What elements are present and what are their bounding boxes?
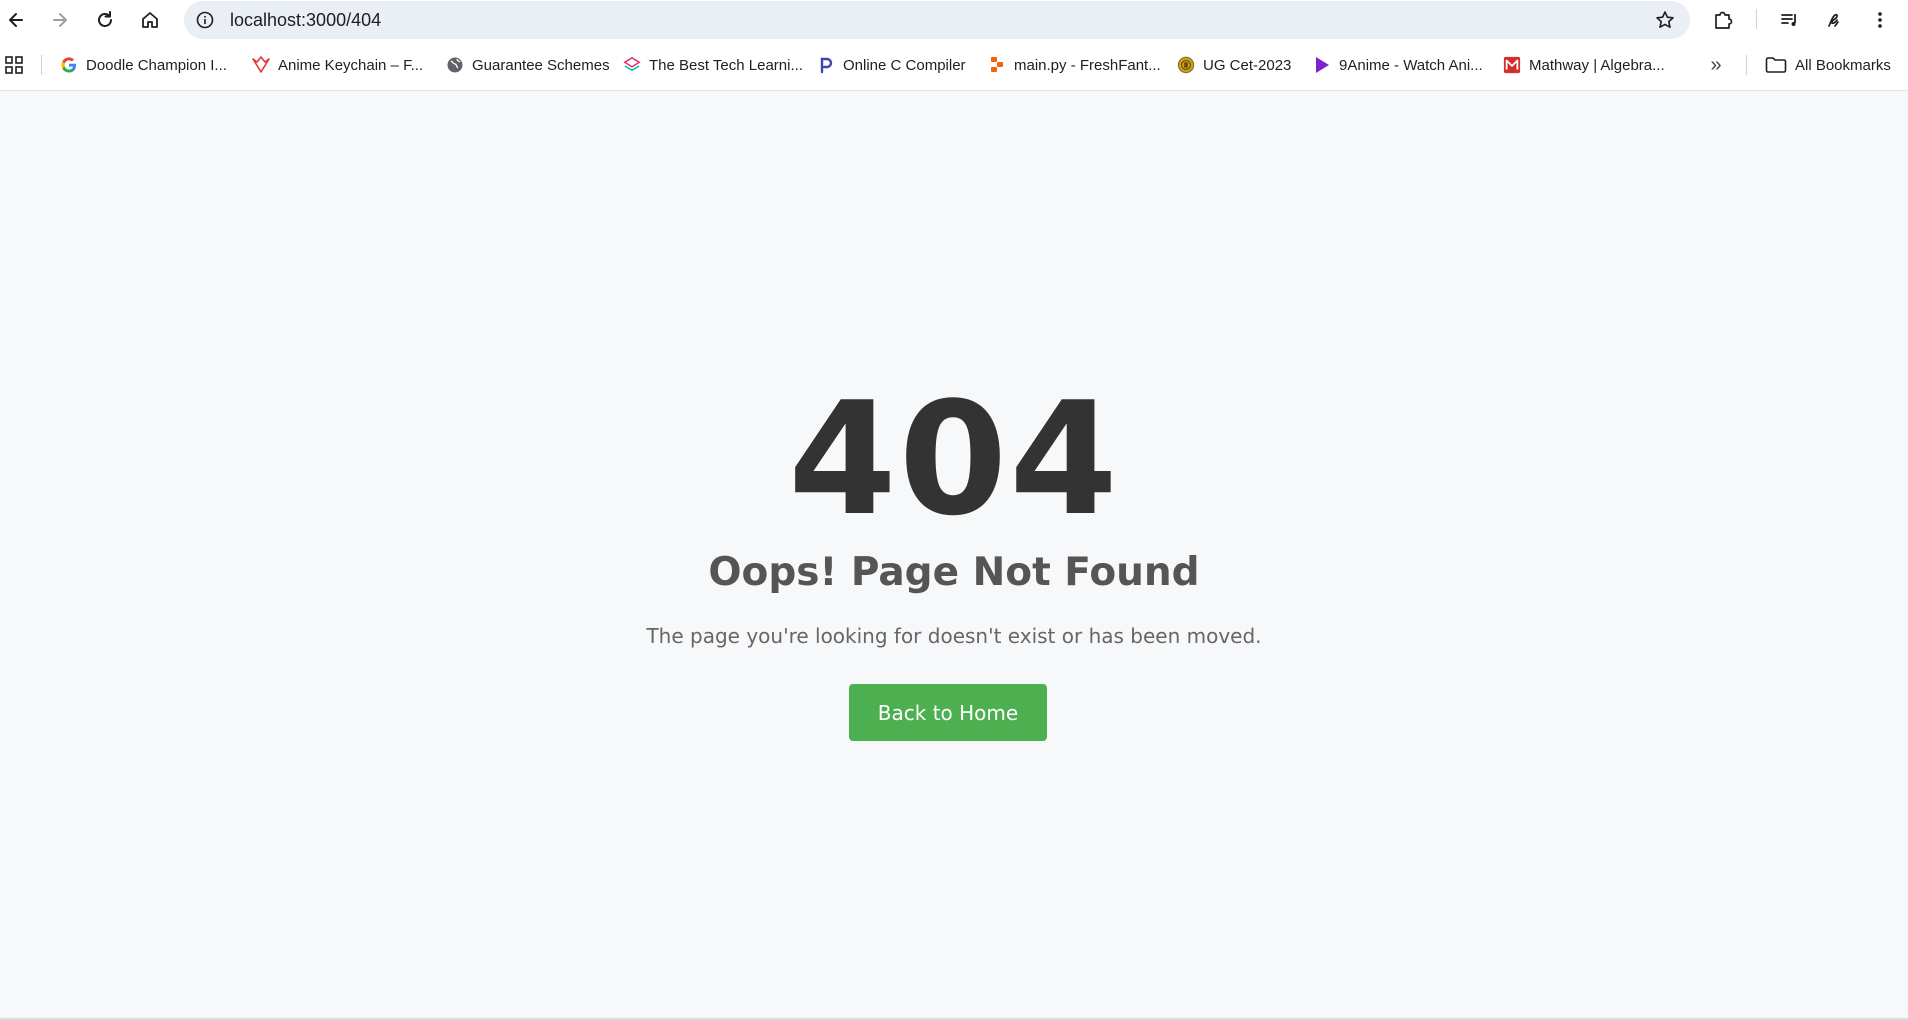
page-title: Oops! Page Not Found [708,550,1200,595]
anime-keychain-icon [252,56,270,74]
profile-button[interactable] [1818,4,1850,36]
reload-icon [98,11,112,27]
bookmark-label: Mathway | Algebra... [1529,56,1665,74]
all-bookmarks-button[interactable]: All Bookmarks [1765,49,1891,81]
apps-grid-icon[interactable] [3,54,25,76]
tech-learning-icon [623,56,641,74]
bookmark-label: 9Anime - Watch Ani... [1339,56,1483,74]
error-code: 404 [788,368,1120,550]
compiler-icon [817,56,835,74]
bookmark-item[interactable]: main.py - FreshFant... [988,49,1161,81]
error-description: The page you're looking for doesn't exis… [646,624,1262,648]
play-icon [1313,56,1331,74]
bookmark-item[interactable]: Online C Compiler [817,49,966,81]
back-button[interactable] [0,4,32,36]
bookmarks-overflow-button[interactable]: » [1704,54,1728,76]
bookmark-item[interactable]: The Best Tech Learni... [623,49,803,81]
forward-button[interactable] [44,4,76,36]
bookmarks-bar: Doodle Champion I... Anime Keychain – F.… [0,46,1908,84]
puzzle-icon [1715,11,1733,29]
chevron-double-right-icon: » [1710,53,1722,76]
bookmark-item[interactable]: Anime Keychain – F... [252,49,423,81]
bookmarks-divider [41,55,42,75]
address-bar[interactable] [184,1,1690,39]
bookmark-label: The Best Tech Learni... [649,56,803,74]
bookmark-item[interactable]: Doodle Champion I... [60,49,227,81]
mathway-icon [1503,56,1521,74]
home-icon [142,12,158,28]
bookmark-item[interactable]: 9Anime - Watch Ani... [1313,49,1483,81]
emblem-icon [1177,56,1195,74]
profile-icon [1828,13,1839,27]
google-icon [60,56,78,74]
back-to-home-button[interactable]: Back to Home [849,684,1047,741]
bookmark-label: Guarantee Schemes [472,56,610,74]
bookmark-label: Doodle Champion I... [86,56,227,74]
reload-button[interactable] [89,4,121,36]
bookmark-label: Anime Keychain – F... [278,56,424,74]
toolbar-divider [1756,9,1757,29]
media-button[interactable] [1774,4,1806,36]
extensions-button[interactable] [1707,4,1739,36]
bookmark-item[interactable]: Mathway | Algebra... [1503,49,1665,81]
bookmark-item[interactable]: Guarantee Schemes [446,49,610,81]
folder-icon [1765,56,1787,74]
bookmark-item[interactable]: UG Cet-2023 [1177,49,1291,81]
menu-button[interactable] [1864,4,1896,36]
globe-icon [446,56,464,74]
replit-icon [988,56,1006,74]
bookmarks-divider [1746,55,1747,75]
arrow-left-icon [9,13,23,27]
bookmark-label: UG Cet-2023 [1203,56,1292,74]
bookmark-label: main.py - FreshFant... [1014,56,1161,74]
star-icon[interactable] [1654,9,1676,31]
media-queue-icon [1781,14,1796,26]
browser-toolbar [0,0,1908,39]
info-icon[interactable] [194,9,216,31]
url-input[interactable] [230,1,1610,39]
page-viewport: 404 Oops! Page Not Found The page you're… [0,90,1908,1018]
bookmark-label: Online C Compiler [843,56,966,74]
home-button[interactable] [134,4,166,36]
arrow-right-icon [53,13,67,27]
kebab-menu-icon [1878,12,1882,28]
bookmark-label: All Bookmarks [1795,56,1891,74]
